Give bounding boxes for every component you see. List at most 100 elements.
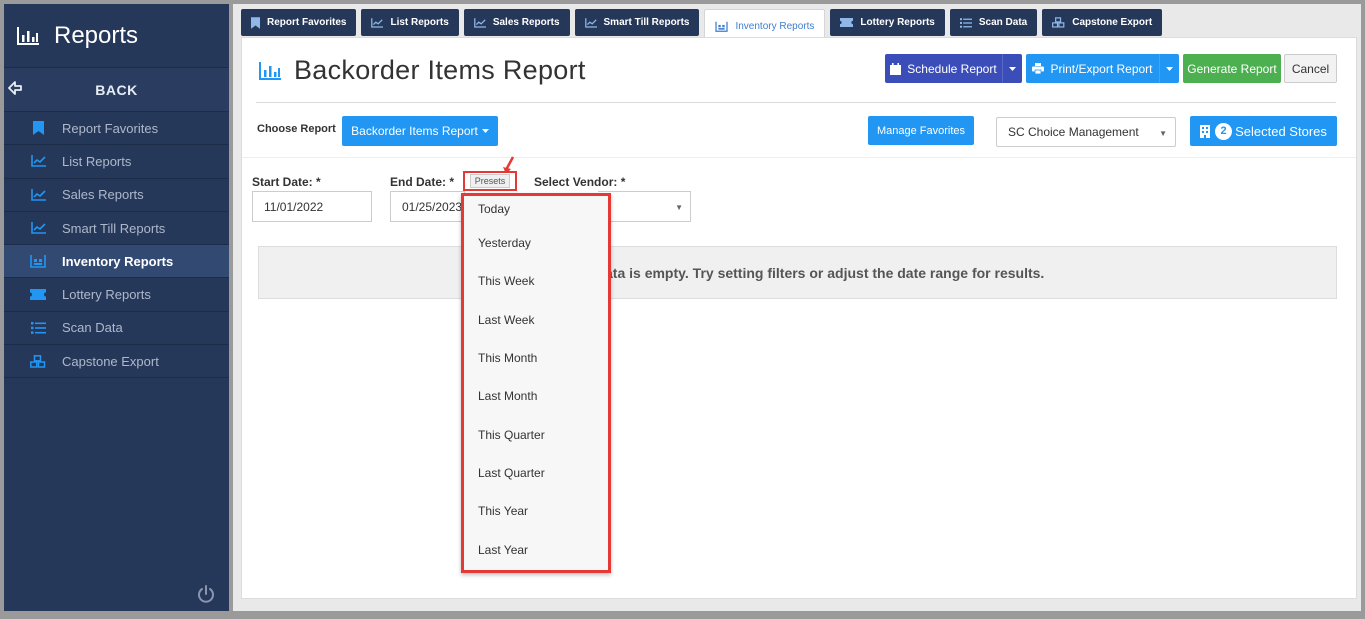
building-icon bbox=[1200, 124, 1211, 138]
empty-results-message: ata is empty. Try setting filters or adj… bbox=[258, 246, 1337, 299]
start-date-label: Start Date: * bbox=[252, 175, 321, 189]
tab-label: Report Favorites bbox=[267, 17, 347, 28]
tab-list-reports[interactable]: List Reports bbox=[361, 9, 459, 36]
ticket-icon bbox=[30, 288, 46, 302]
list-icon bbox=[959, 17, 972, 28]
preset-last-quarter[interactable]: Last Quarter bbox=[464, 454, 608, 492]
sidebar-title: Reports bbox=[54, 21, 139, 49]
power-icon[interactable] bbox=[196, 584, 216, 604]
line-chart-icon bbox=[30, 221, 46, 235]
cancel-button[interactable]: Cancel bbox=[1284, 54, 1337, 83]
end-date-input[interactable]: 01/25/2023 bbox=[390, 191, 465, 222]
start-date-input[interactable]: 11/01/2022 bbox=[252, 191, 372, 222]
back-label: BACK bbox=[95, 81, 138, 98]
tab-sales-reports[interactable]: Sales Reports bbox=[463, 9, 570, 36]
sidebar-item-label: Lottery Reports bbox=[62, 287, 151, 303]
print-dropdown-toggle[interactable] bbox=[1159, 54, 1179, 83]
presets-label: Presets bbox=[469, 174, 511, 188]
tab-label: Capstone Export bbox=[1072, 17, 1153, 28]
sidebar-item-list-reports[interactable]: List Reports bbox=[4, 145, 229, 179]
tab-label: Smart Till Reports bbox=[603, 17, 690, 28]
sidebar-item-label: Capstone Export bbox=[62, 353, 159, 369]
vendor-select[interactable]: ▼ bbox=[598, 191, 691, 222]
tab-lottery-reports[interactable]: Lottery Reports bbox=[830, 9, 945, 36]
sidebar-item-lottery-reports[interactable]: Lottery Reports bbox=[4, 278, 229, 312]
presets-button[interactable]: Presets bbox=[463, 171, 517, 191]
header-divider bbox=[256, 102, 1336, 103]
line-chart-icon bbox=[371, 17, 384, 28]
list-icon bbox=[30, 321, 46, 335]
preset-last-year[interactable]: Last Year bbox=[464, 530, 608, 568]
selected-stores-count: 2 bbox=[1215, 122, 1233, 140]
schedule-dropdown-toggle[interactable] bbox=[1002, 54, 1022, 83]
sidebar-item-label: Smart Till Reports bbox=[62, 220, 166, 236]
preset-last-week[interactable]: Last Week bbox=[464, 301, 608, 339]
boxes-icon bbox=[30, 354, 46, 368]
line-chart-icon bbox=[473, 17, 486, 28]
tab-capstone-export[interactable]: Capstone Export bbox=[1042, 9, 1163, 36]
sidebar-item-scan-data[interactable]: Scan Data bbox=[4, 312, 229, 346]
tab-label: Lottery Reports bbox=[860, 17, 935, 28]
main-area: Report Favorites List Reports Sales Repo… bbox=[233, 4, 1361, 611]
choose-report-label: Choose Report bbox=[257, 123, 336, 135]
warehouse-icon bbox=[30, 254, 46, 269]
tab-smart-till-reports[interactable]: Smart Till Reports bbox=[574, 9, 700, 36]
tab-label: List Reports bbox=[390, 17, 449, 28]
sidebar-item-smart-till-reports[interactable]: Smart Till Reports bbox=[4, 212, 229, 246]
bar-chart-icon bbox=[259, 61, 281, 80]
page-header: Backorder Items Report bbox=[256, 55, 586, 86]
presets-dropdown: Today Yesterday This Week Last Week This… bbox=[461, 193, 611, 573]
bar-chart-icon bbox=[17, 26, 39, 45]
preset-yesterday[interactable]: Yesterday bbox=[464, 224, 608, 262]
back-arrow-icon bbox=[8, 81, 22, 95]
page-title: Backorder Items Report bbox=[294, 55, 586, 85]
back-button[interactable]: BACK bbox=[4, 68, 229, 112]
tab-label: Scan Data bbox=[978, 17, 1028, 28]
preset-last-month[interactable]: Last Month bbox=[464, 377, 608, 415]
sidebar-item-label: Sales Reports bbox=[62, 187, 144, 203]
selected-stores-label: Selected Stores bbox=[1235, 123, 1327, 139]
choose-report-dropdown[interactable]: Backorder Items Report bbox=[342, 116, 498, 146]
boxes-icon bbox=[1052, 17, 1065, 28]
preset-this-quarter[interactable]: This Quarter bbox=[464, 415, 608, 453]
sidebar-item-label: List Reports bbox=[62, 153, 132, 169]
generate-report-button[interactable]: Generate Report bbox=[1183, 54, 1281, 83]
caret-down-icon bbox=[1009, 66, 1016, 71]
sidebar-item-inventory-reports[interactable]: Inventory Reports bbox=[4, 245, 229, 279]
sidebar-item-label: Inventory Reports bbox=[62, 253, 174, 269]
sidebar-item-report-favorites[interactable]: Report Favorites bbox=[4, 112, 229, 146]
sidebar-item-label: Report Favorites bbox=[62, 120, 159, 136]
sidebar-item-capstone-export[interactable]: Capstone Export bbox=[4, 345, 229, 379]
toolbar-divider bbox=[242, 157, 1356, 158]
bookmark-icon bbox=[30, 121, 46, 136]
selected-stores-button[interactable]: 2 Selected Stores bbox=[1190, 116, 1337, 146]
schedule-report-button[interactable]: Schedule Report bbox=[885, 54, 1022, 83]
vendor-label: Select Vendor: * bbox=[534, 175, 626, 189]
store-group-select[interactable]: SC Choice Management ▼ bbox=[996, 117, 1176, 147]
end-date-label: End Date: * bbox=[390, 175, 455, 189]
report-panel: Backorder Items Report Schedule Report P… bbox=[241, 37, 1357, 599]
line-chart-icon bbox=[30, 154, 46, 168]
ticket-icon bbox=[840, 18, 854, 27]
sidebar-item-sales-reports[interactable]: Sales Reports bbox=[4, 179, 229, 212]
caret-down-icon: ▼ bbox=[675, 203, 683, 212]
calendar-icon bbox=[890, 62, 902, 75]
preset-this-year[interactable]: This Year bbox=[464, 492, 608, 530]
tab-scan-data[interactable]: Scan Data bbox=[949, 9, 1038, 36]
print-icon bbox=[1032, 63, 1045, 74]
choose-report-value: Backorder Items Report bbox=[351, 124, 478, 138]
caret-down-icon bbox=[1166, 66, 1173, 71]
sidebar: Reports BACK Report Favorites List Repor… bbox=[4, 4, 229, 611]
line-chart-icon bbox=[30, 188, 46, 202]
preset-this-week[interactable]: This Week bbox=[464, 262, 608, 300]
tab-label: Inventory Reports bbox=[735, 20, 815, 32]
store-group-value: SC Choice Management bbox=[1008, 125, 1139, 139]
preset-this-month[interactable]: This Month bbox=[464, 339, 608, 377]
schedule-report-label: Schedule Report bbox=[907, 61, 997, 76]
caret-down-icon bbox=[481, 129, 489, 133]
manage-favorites-button[interactable]: Manage Favorites bbox=[868, 116, 974, 145]
preset-today[interactable]: Today bbox=[464, 196, 608, 224]
print-export-button[interactable]: Print/Export Report bbox=[1026, 54, 1179, 83]
tab-report-favorites[interactable]: Report Favorites bbox=[241, 9, 357, 36]
sidebar-brand: Reports bbox=[4, 4, 229, 68]
